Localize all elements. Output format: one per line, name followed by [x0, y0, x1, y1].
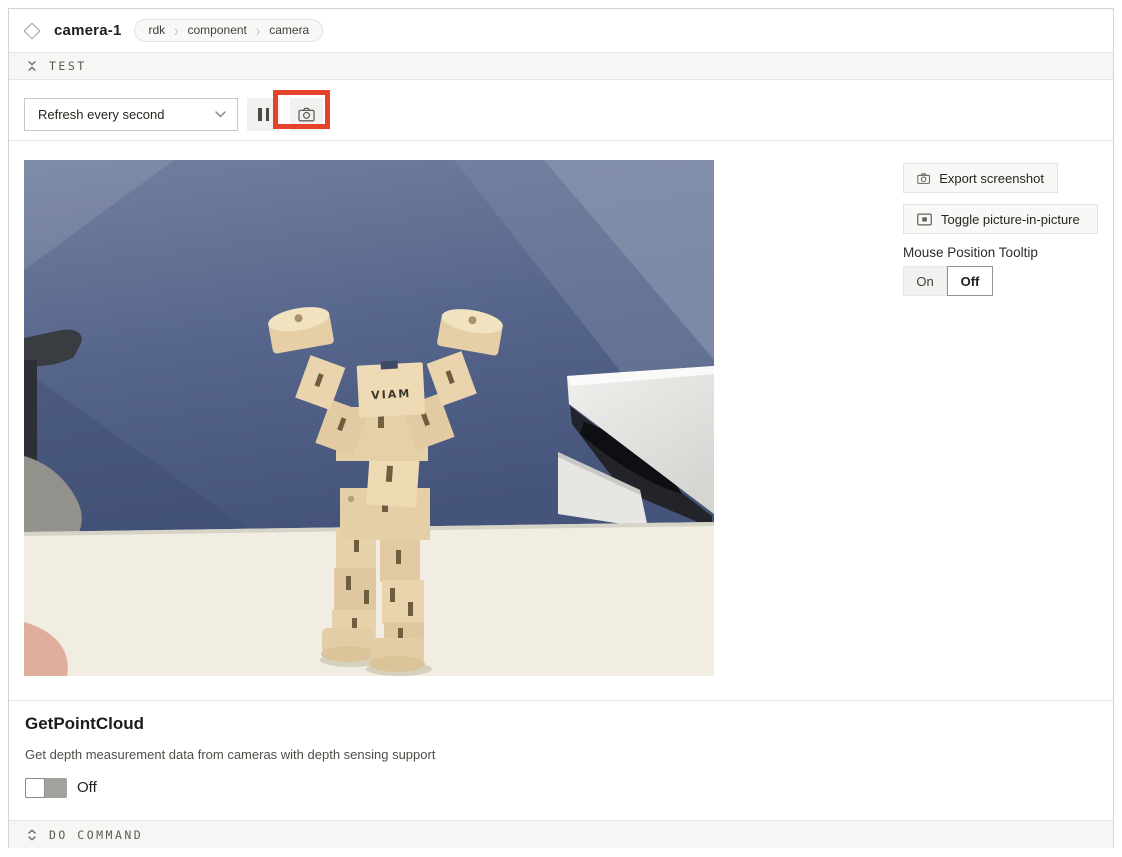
toggle-knob [25, 778, 45, 798]
component-title: camera-1 [54, 22, 121, 39]
pause-refresh-button[interactable] [247, 98, 280, 131]
component-header: camera-1 rdk › component › camera [9, 9, 1113, 52]
get-point-cloud-section: GetPointCloud Get depth measurement data… [9, 700, 1113, 820]
test-section-label: TEST [49, 59, 87, 73]
export-screenshot-label: Export screenshot [939, 171, 1044, 186]
export-screenshot-button[interactable]: Export screenshot [903, 163, 1058, 193]
breadcrumb-separator-icon: › [174, 22, 178, 38]
pause-icon [258, 108, 269, 121]
test-section-header[interactable]: TEST [9, 52, 1113, 80]
robot-logo-text: VIAM [371, 387, 412, 402]
toggle-pip-label: Toggle picture-in-picture [941, 212, 1080, 227]
camera-component-panel: camera-1 rdk › component › camera TEST R… [8, 8, 1114, 848]
breadcrumb-separator-icon: › [256, 22, 260, 38]
get-point-cloud-title: GetPointCloud [25, 714, 144, 734]
breadcrumb-item-rdk: rdk [148, 23, 165, 37]
expand-section-icon [26, 829, 38, 841]
point-cloud-toggle-state: Off [77, 778, 97, 798]
camera-icon [298, 107, 315, 122]
tooltip-on-button[interactable]: On [903, 266, 947, 296]
tooltip-toggle-group: On Off [903, 266, 993, 296]
do-command-section-label: DO COMMAND [49, 828, 143, 842]
point-cloud-toggle[interactable] [25, 778, 67, 798]
do-command-section-header[interactable]: DO COMMAND [9, 820, 1113, 848]
export-screenshot-icon-button[interactable] [290, 98, 323, 131]
mouse-position-tooltip-label: Mouse Position Tooltip [903, 245, 1038, 260]
component-diamond-icon [24, 22, 41, 39]
robot-head: VIAM [357, 359, 426, 417]
picture-in-picture-icon [917, 213, 932, 226]
camera-icon [917, 172, 930, 185]
stream-content: VIAM Export screenshot Toggle picture-in… [9, 141, 1113, 700]
breadcrumb-item-camera: camera [269, 23, 309, 37]
breadcrumb-item-component: component [188, 23, 247, 37]
toggle-pip-button[interactable]: Toggle picture-in-picture [903, 204, 1098, 234]
collapse-section-icon [26, 60, 38, 72]
camera-stream-image: VIAM [24, 160, 714, 676]
tooltip-off-button[interactable]: Off [947, 266, 993, 296]
get-point-cloud-description: Get depth measurement data from cameras … [25, 747, 435, 762]
stream-toolbar: Refresh every second [9, 81, 1113, 141]
chevron-down-icon [215, 111, 226, 118]
breadcrumb: rdk › component › camera [134, 19, 323, 42]
refresh-rate-value: Refresh every second [38, 107, 164, 122]
refresh-rate-select[interactable]: Refresh every second [24, 98, 238, 131]
